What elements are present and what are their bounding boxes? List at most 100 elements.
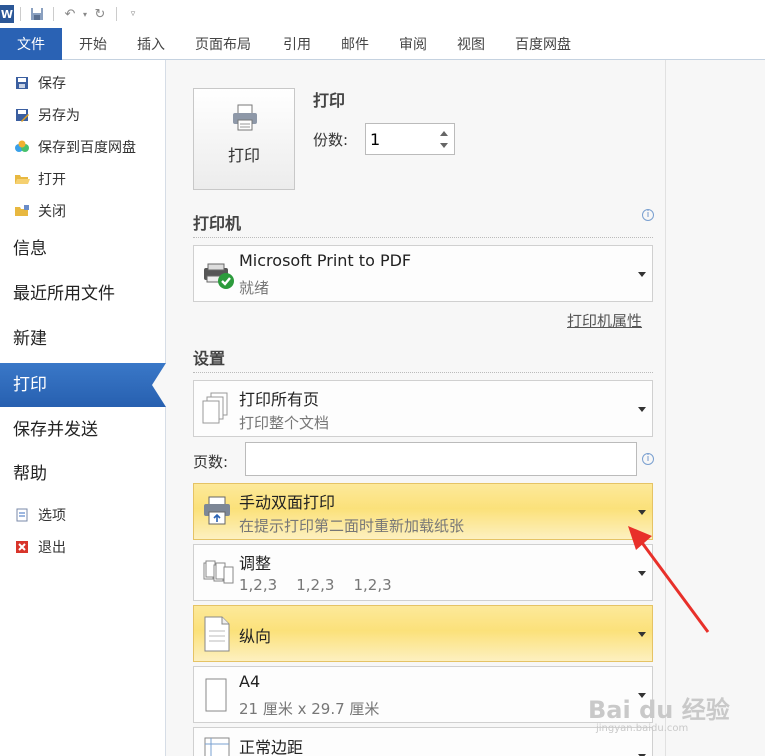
toolbar-separator <box>53 7 54 21</box>
chevron-down-icon <box>638 407 646 412</box>
paper-size-sub: 21 厘米 x 29.7 厘米 <box>239 700 380 718</box>
printer-ready-icon <box>204 263 234 289</box>
nav-help[interactable]: 帮助 <box>0 452 166 496</box>
word-app-icon[interactable]: W <box>0 5 14 23</box>
nav-close[interactable]: 关闭 <box>14 200 66 222</box>
nav-open-label: 打开 <box>38 172 66 188</box>
print-button[interactable]: 打印 <box>193 88 295 190</box>
copies-label: 份数: <box>313 131 349 149</box>
chevron-down-icon <box>638 510 646 515</box>
settings-heading: 设置 <box>193 349 226 368</box>
copies-input[interactable] <box>370 128 430 150</box>
paper-size-selector[interactable]: A4 21 厘米 x 29.7 厘米 <box>193 666 653 723</box>
nav-new[interactable]: 新建 <box>0 317 166 361</box>
printer-properties-link[interactable]: 打印机属性 <box>567 310 642 331</box>
printer-icon <box>233 104 257 131</box>
nav-save[interactable]: 保存 <box>14 72 66 94</box>
pages-input[interactable] <box>245 442 637 476</box>
tab-insert[interactable]: 插入 <box>137 28 165 60</box>
nav-save-and-send[interactable]: 保存并发送 <box>0 408 166 452</box>
ribbon-tabs: 文件 开始 插入 页面布局 引用 邮件 审阅 视图 百度网盘 <box>0 28 765 60</box>
duplex-sub: 在提示打印第二面时重新加载纸张 <box>239 517 465 535</box>
nav-options-label: 选项 <box>38 508 66 524</box>
open-folder-icon <box>14 171 30 187</box>
baidu-watermark: Bai du 经验 jingyan.baidu.com <box>588 690 730 734</box>
baidu-cloud-icon <box>14 139 30 155</box>
printer-heading: 打印机 <box>193 214 242 233</box>
spin-down-icon[interactable] <box>440 143 448 148</box>
chevron-down-icon <box>638 272 646 277</box>
nav-print[interactable]: 打印 <box>0 363 166 407</box>
tab-page-layout[interactable]: 页面布局 <box>195 28 251 60</box>
tab-baidu-netdisk[interactable]: 百度网盘 <box>515 28 571 60</box>
nav-save-to-baidu[interactable]: 保存到百度网盘 <box>14 136 136 158</box>
pages-label: 页数: <box>193 453 229 471</box>
orientation-selector[interactable]: 纵向 <box>193 605 653 662</box>
copies-stepper[interactable] <box>365 123 455 155</box>
print-heading: 打印 <box>313 91 346 110</box>
collate-title: 调整 <box>239 554 272 573</box>
save-as-icon <box>14 107 30 123</box>
tab-references[interactable]: 引用 <box>283 28 311 60</box>
tab-file[interactable]: 文件 <box>0 28 62 60</box>
divider <box>193 237 653 238</box>
print-button-label: 打印 <box>227 146 260 165</box>
manual-duplex-icon <box>204 496 230 525</box>
pages-icon <box>202 392 228 424</box>
redo-icon[interactable]: ↻ <box>90 4 110 24</box>
collate-icon <box>203 560 234 584</box>
orientation-title: 纵向 <box>239 627 272 646</box>
quick-access-toolbar: W ↶ ▾ ↻ ▿ <box>0 0 765 28</box>
nav-options[interactable]: 选项 <box>14 504 66 526</box>
tab-review[interactable]: 审阅 <box>399 28 427 60</box>
print-settings-column: 打印 打印 份数: 打印机 i Microsoft Print to PDF 就… <box>166 60 666 756</box>
info-icon[interactable]: i <box>642 209 654 221</box>
divider <box>193 372 653 373</box>
toolbar-separator <box>116 7 117 21</box>
printer-status: 就绪 <box>239 279 270 297</box>
nav-close-label: 关闭 <box>38 204 66 220</box>
nav-save-to-baidu-label: 保存到百度网盘 <box>38 140 136 156</box>
print-panel: 打印 打印 份数: 打印机 i Microsoft Print to PDF 就… <box>166 60 765 756</box>
toolbar-separator <box>20 7 21 21</box>
active-indicator <box>152 363 166 407</box>
portrait-page-icon <box>204 616 230 652</box>
print-range-selector[interactable]: 打印所有页 打印整个文档 <box>193 380 653 437</box>
nav-exit[interactable]: 退出 <box>14 536 66 558</box>
nav-exit-label: 退出 <box>38 540 66 556</box>
chevron-down-icon <box>638 632 646 637</box>
close-folder-icon <box>14 203 30 219</box>
nav-recent[interactable]: 最近所用文件 <box>0 272 166 316</box>
customize-toolbar-icon[interactable]: ▿ <box>123 4 143 24</box>
watermark-url: jingyan.baidu.com <box>596 723 689 734</box>
duplex-selector[interactable]: 手动双面打印 在提示打印第二面时重新加载纸张 <box>193 483 653 540</box>
save-icon[interactable] <box>27 4 47 24</box>
nav-save-label: 保存 <box>38 76 66 92</box>
tab-home[interactable]: 开始 <box>79 28 107 60</box>
save-icon <box>14 75 30 91</box>
info-icon[interactable]: i <box>642 453 654 465</box>
tab-mailings[interactable]: 邮件 <box>341 28 369 60</box>
chevron-down-icon <box>638 571 646 576</box>
printer-selector[interactable]: Microsoft Print to PDF 就绪 <box>193 245 653 302</box>
backstage-nav: 保存 另存为 保存到百度网盘 打开 关闭 信息 最近所用文件 新建 打印 保存并… <box>0 60 166 756</box>
printer-name: Microsoft Print to PDF <box>239 251 412 270</box>
paper-size-icon <box>205 678 227 712</box>
chevron-down-icon[interactable]: ▾ <box>80 4 90 24</box>
spin-up-icon[interactable] <box>440 131 448 136</box>
paper-size-title: A4 <box>239 672 261 691</box>
nav-print-label: 打印 <box>13 375 47 395</box>
duplex-title: 手动双面打印 <box>239 493 336 512</box>
nav-open[interactable]: 打开 <box>14 168 66 190</box>
collate-selector[interactable]: 调整 1,2,3 1,2,3 1,2,3 <box>193 544 653 601</box>
watermark-text: Bai du 经验 <box>588 696 730 724</box>
nav-save-as-label: 另存为 <box>38 108 80 124</box>
nav-info[interactable]: 信息 <box>0 227 166 271</box>
collate-sub: 1,2,3 1,2,3 1,2,3 <box>239 576 392 594</box>
print-range-sub: 打印整个文档 <box>239 414 330 432</box>
undo-icon[interactable]: ↶ <box>60 4 80 24</box>
nav-save-as[interactable]: 另存为 <box>14 104 80 126</box>
tab-view[interactable]: 视图 <box>457 28 485 60</box>
print-range-title: 打印所有页 <box>239 390 320 409</box>
margins-selector[interactable]: 正常边距 <box>193 727 653 756</box>
